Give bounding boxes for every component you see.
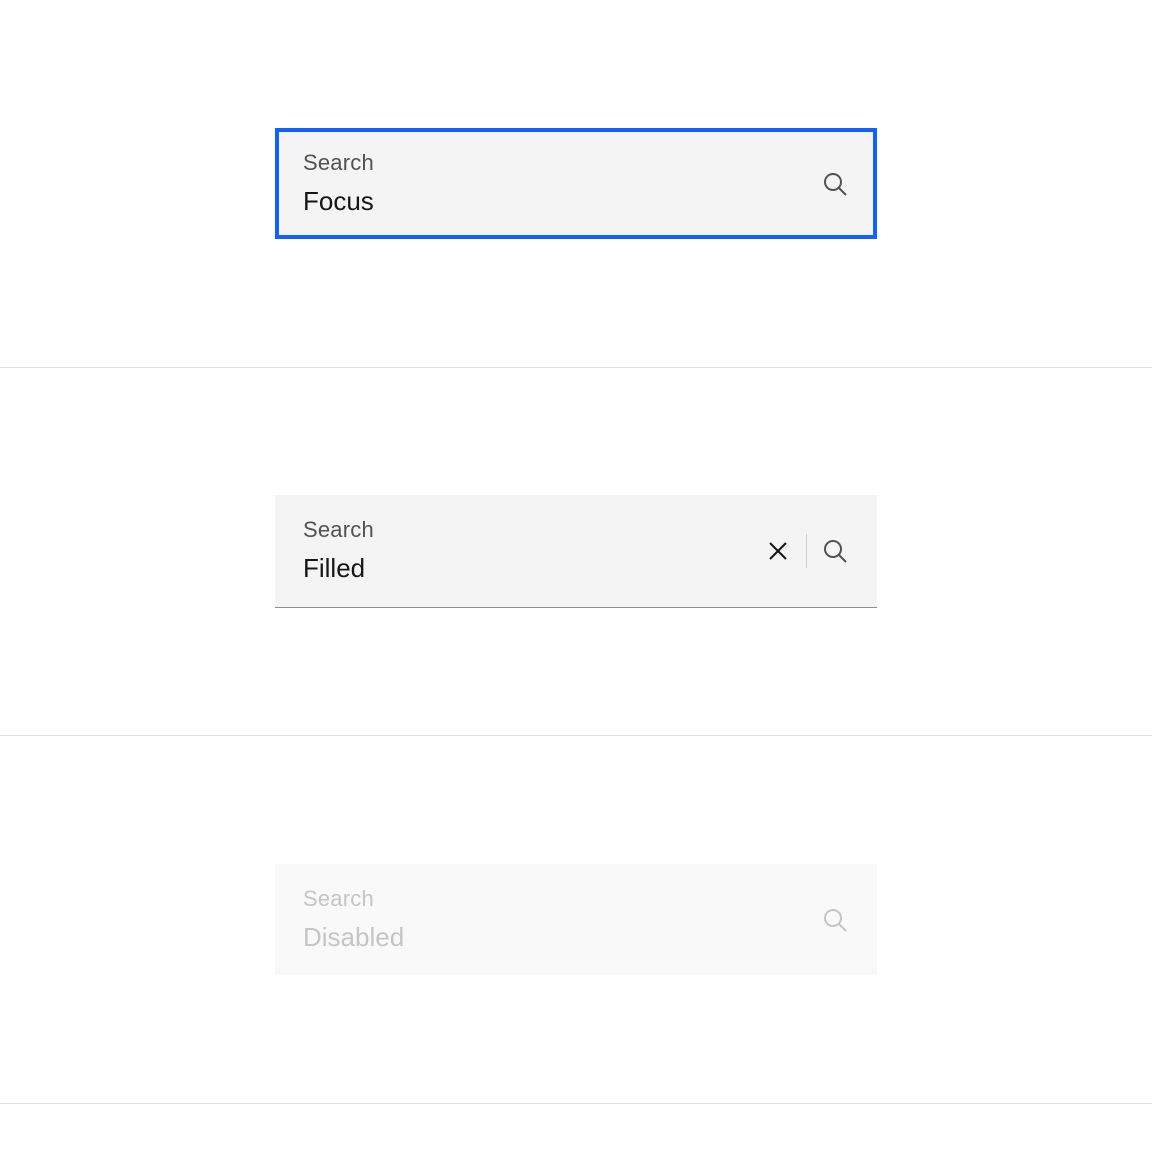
search-field-filled[interactable]: Search Filled <box>275 495 877 607</box>
clear-icon[interactable] <box>754 527 802 575</box>
search-label: Search <box>303 150 849 176</box>
search-icon <box>811 896 859 944</box>
search-icon[interactable] <box>811 527 859 575</box>
search-value: Disabled <box>303 922 849 953</box>
search-field-focus[interactable]: Search Focus <box>275 128 877 239</box>
search-field-disabled: Search Disabled <box>275 864 877 975</box>
search-value: Focus <box>303 186 849 217</box>
search-label: Search <box>303 886 849 912</box>
search-icon[interactable] <box>811 160 859 208</box>
icon-divider <box>806 534 807 568</box>
